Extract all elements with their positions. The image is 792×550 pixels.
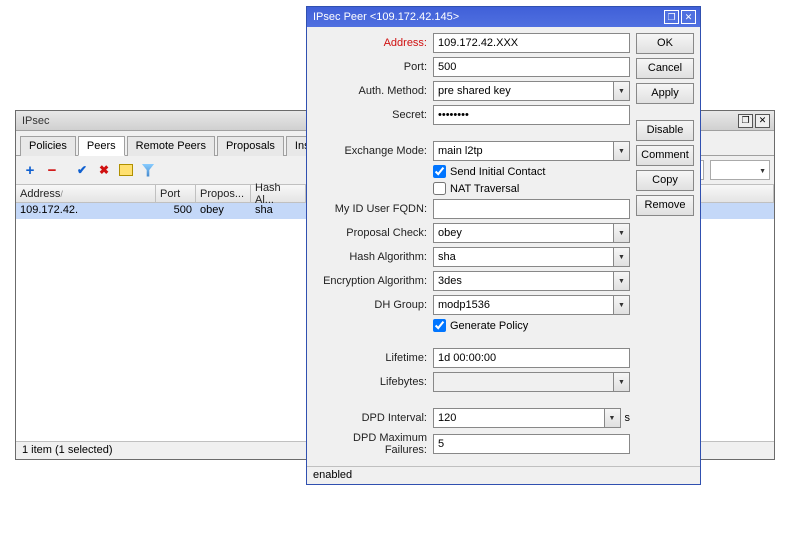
dpd-interval-dropdown[interactable]	[605, 408, 621, 428]
disable-button[interactable]: ✖	[94, 160, 114, 180]
cell-proposal: obey	[196, 203, 251, 219]
cell-address: 109.172.42.	[16, 203, 156, 219]
dialog-titlebar[interactable]: IPsec Peer <109.172.42.145> ❐ ✕	[307, 7, 700, 27]
note-icon	[119, 164, 133, 176]
comment-button[interactable]	[116, 160, 136, 180]
remove-button[interactable]: Remove	[636, 195, 694, 216]
enable-button[interactable]: ✔	[72, 160, 92, 180]
apply-button[interactable]: Apply	[636, 83, 694, 104]
tab-peers[interactable]: Peers	[78, 136, 125, 156]
label-hash: Hash Algorithm:	[313, 251, 433, 263]
col-proposal[interactable]: Propos...	[196, 185, 251, 202]
close-icon[interactable]: ✕	[755, 114, 770, 128]
dialog-form: Address: Port: Auth. Method: Secret: Exc…	[313, 33, 630, 460]
comment-button[interactable]: Comment	[636, 145, 694, 166]
label-dpd-max: DPD Maximum Failures:	[313, 432, 433, 456]
label-lifebytes: Lifebytes:	[313, 376, 433, 388]
col-address[interactable]: Address	[16, 185, 156, 202]
restore-icon[interactable]: ❐	[664, 10, 679, 24]
nat-traversal-checkbox[interactable]: NAT Traversal	[433, 182, 519, 195]
lifetime-field[interactable]	[433, 348, 630, 368]
restore-icon[interactable]: ❐	[738, 114, 753, 128]
label-my-id: My ID User FQDN:	[313, 203, 433, 215]
hash-dropdown[interactable]	[614, 247, 630, 267]
address-field[interactable]	[433, 33, 630, 53]
dh-group-dropdown[interactable]	[614, 295, 630, 315]
cell-hash: sha	[251, 203, 306, 219]
my-id-field[interactable]	[433, 199, 630, 219]
port-field[interactable]	[433, 57, 630, 77]
exchange-mode-field[interactable]	[433, 141, 614, 161]
ok-button[interactable]: OK	[636, 33, 694, 54]
copy-button[interactable]: Copy	[636, 170, 694, 191]
label-auth: Auth. Method:	[313, 85, 433, 97]
tab-proposals[interactable]: Proposals	[217, 136, 284, 156]
label-proposal-check: Proposal Check:	[313, 227, 433, 239]
proposal-check-dropdown[interactable]	[614, 223, 630, 243]
hash-field[interactable]	[433, 247, 614, 267]
add-button[interactable]: +	[20, 160, 40, 180]
filter-icon	[142, 164, 155, 177]
col-port[interactable]: Port	[156, 185, 196, 202]
dialog-statusbar: enabled	[307, 466, 700, 484]
dpd-unit: s	[621, 412, 631, 424]
cancel-button[interactable]: Cancel	[636, 58, 694, 79]
auth-method-field[interactable]	[433, 81, 614, 101]
send-initial-checkbox[interactable]: Send Initial Contact	[433, 165, 545, 178]
secret-field[interactable]	[433, 105, 630, 125]
dpd-interval-field[interactable]	[433, 408, 605, 428]
close-icon[interactable]: ✕	[681, 10, 696, 24]
label-address: Address:	[313, 37, 433, 49]
cell-port: 500	[156, 203, 196, 219]
generate-policy-checkbox[interactable]: Generate Policy	[433, 319, 528, 332]
dpd-max-field[interactable]	[433, 434, 630, 454]
encryption-dropdown[interactable]	[614, 271, 630, 291]
label-exchange: Exchange Mode:	[313, 145, 433, 157]
ipsec-peer-dialog: IPsec Peer <109.172.42.145> ❐ ✕ Address:…	[306, 6, 701, 485]
label-dpd-interval: DPD Interval:	[313, 412, 433, 424]
label-encryption: Encryption Algorithm:	[313, 275, 433, 287]
filter-button[interactable]	[138, 160, 158, 180]
tab-policies[interactable]: Policies	[20, 136, 76, 156]
label-secret: Secret:	[313, 109, 433, 121]
dh-group-field[interactable]	[433, 295, 614, 315]
label-port: Port:	[313, 61, 433, 73]
auth-method-dropdown[interactable]	[614, 81, 630, 101]
lifebytes-toggle[interactable]	[614, 372, 630, 392]
tab-remote-peers[interactable]: Remote Peers	[127, 136, 215, 156]
encryption-field[interactable]	[433, 271, 614, 291]
proposal-check-field[interactable]	[433, 223, 614, 243]
col-hash[interactable]: Hash Al...	[251, 185, 306, 202]
label-lifetime: Lifetime:	[313, 352, 433, 364]
exchange-mode-dropdown[interactable]	[614, 141, 630, 161]
dialog-side-buttons: OK Cancel Apply Disable Comment Copy Rem…	[636, 33, 694, 460]
remove-button[interactable]: −	[42, 160, 62, 180]
dialog-title: IPsec Peer <109.172.42.145>	[311, 11, 662, 23]
search-field-dropdown[interactable]	[710, 160, 770, 180]
label-dh: DH Group:	[313, 299, 433, 311]
lifebytes-field[interactable]	[433, 372, 614, 392]
disable-button[interactable]: Disable	[636, 120, 694, 141]
